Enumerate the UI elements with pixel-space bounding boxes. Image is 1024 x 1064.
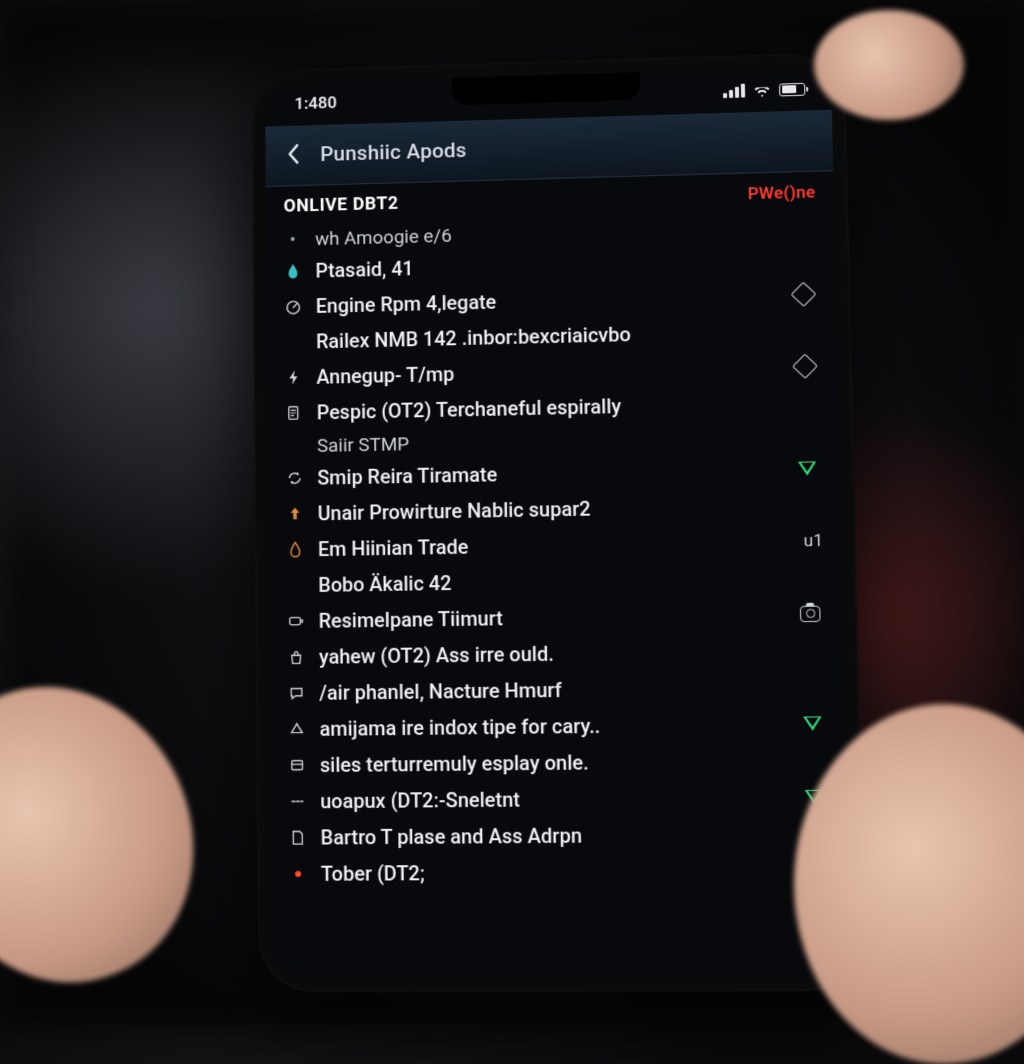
row-label: Smip Reira Tiramate	[317, 457, 781, 490]
row-label: amijama ire indox tipe for cary..	[320, 712, 787, 741]
row-icon	[282, 228, 304, 250]
list-item[interactable]: siles terturremuly esplay onle.	[270, 742, 846, 784]
row-label: Pespic (OT2) Terchaneful espirally	[317, 390, 821, 424]
list-item[interactable]: amijama ire indox tipe for cary..	[270, 705, 846, 748]
triangle-down-icon	[798, 709, 827, 738]
row-icon	[284, 434, 306, 456]
diamond-marker-icon	[791, 352, 820, 381]
row-label: Bartro T plase and Ass Adrpn	[320, 821, 829, 849]
diamond-marker-icon	[789, 280, 818, 309]
screen: 1:480 Punshiic Apods ONLIVE DBT2 PWe()ne…	[265, 66, 851, 978]
phone-frame: 1:480 Punshiic Apods ONLIVE DBT2 PWe()ne…	[251, 52, 865, 992]
row-icon	[283, 402, 305, 424]
cellular-icon	[723, 84, 745, 98]
row-label: Resimelpane Tiimurt	[319, 602, 784, 633]
list-item[interactable]: uoapux (DT2:-Sneletnt	[271, 778, 848, 819]
row-label: /air phanlel, Nacture Hmurf	[319, 675, 826, 705]
wifi-icon	[753, 83, 771, 97]
trail-text: u1	[803, 527, 823, 556]
row-icon	[286, 754, 308, 776]
row-icon	[285, 574, 307, 596]
section-status-tag: PWe()ne	[748, 182, 816, 204]
list-item[interactable]: Tober (DT2;	[271, 852, 849, 892]
row-icon	[287, 863, 309, 885]
row-icon	[284, 538, 306, 560]
row-label: Tober (DT2;	[321, 858, 830, 886]
back-button[interactable]	[279, 139, 307, 172]
notch	[452, 72, 640, 105]
battery-icon	[779, 82, 805, 96]
row-icon	[285, 610, 307, 632]
row-label: yahew (OT2) Ass irre ould.	[319, 638, 826, 669]
row-icon	[282, 296, 304, 318]
status-icons	[723, 82, 806, 98]
camera-icon	[796, 600, 825, 629]
row-icon	[283, 331, 305, 353]
row-icon	[284, 503, 306, 525]
row-icon	[283, 366, 305, 388]
section-title: ONLIVE DBT2	[284, 193, 399, 217]
row-icon	[286, 682, 308, 704]
row-icon	[286, 790, 308, 812]
row-label: uoapux (DT2:-Sneletnt	[320, 785, 788, 813]
row-label: siles terturremuly esplay onle.	[320, 748, 828, 777]
row-label: Railex NMB 142 .inbor:bexcriaicvbo	[316, 318, 819, 353]
chevron-left-icon	[286, 143, 300, 165]
row-icon	[286, 718, 308, 740]
row-icon	[284, 467, 306, 489]
row-label: Annegup- T/mp	[316, 355, 779, 389]
row-label: Bobo Äkalic 42	[318, 565, 824, 597]
row-label: Em Hiinian Trade	[318, 529, 792, 561]
triangle-down-icon	[793, 454, 822, 483]
row-label: Engine Rpm 4,legate	[316, 283, 778, 318]
status-time: 1:480	[294, 93, 337, 114]
row-icon	[287, 826, 309, 848]
row-label: Unair Prowirture Nablic supar2	[318, 492, 823, 525]
row-icon	[282, 260, 304, 282]
nav-title: Punshiic Apods	[320, 139, 467, 167]
list-item[interactable]: Bartro T plase and Ass Adrpn	[271, 815, 848, 856]
row-icon	[285, 646, 307, 668]
parameter-list[interactable]: wh Amoogie e/6 Ptasaid, 41 Engine Rpm 4,…	[266, 210, 851, 978]
finger-top	[814, 10, 964, 120]
